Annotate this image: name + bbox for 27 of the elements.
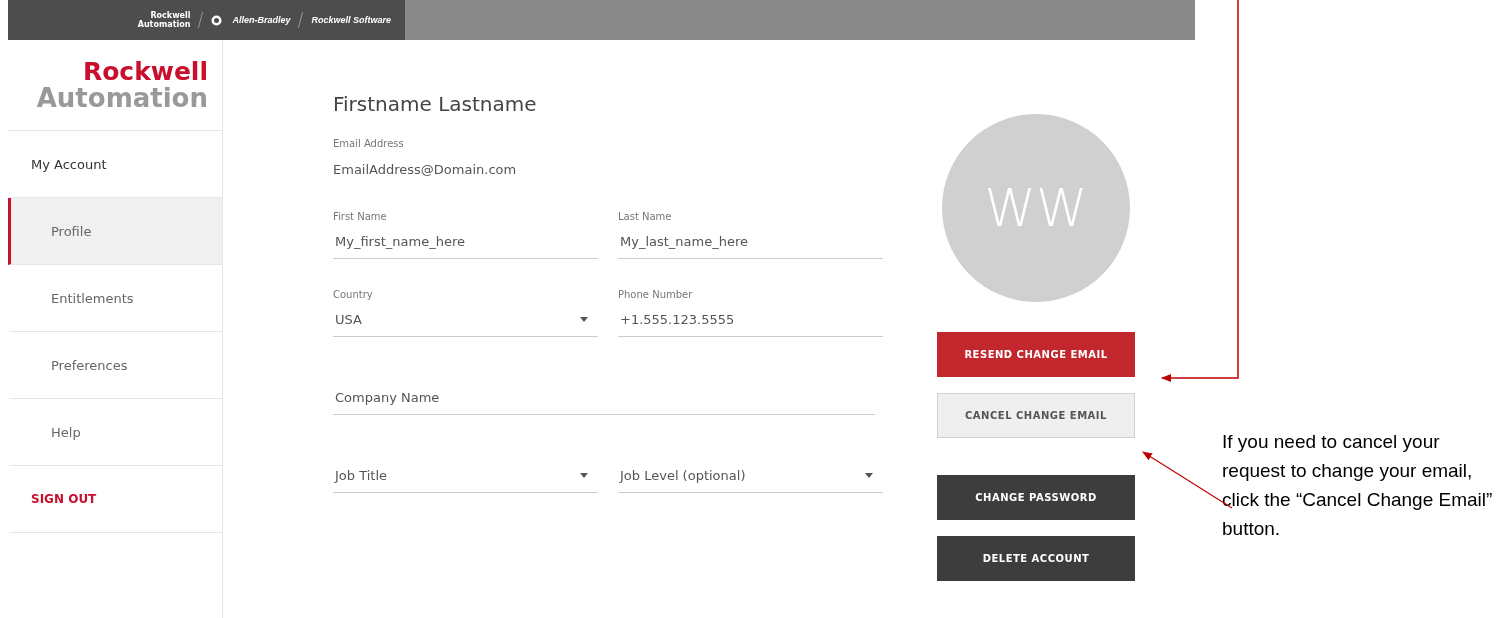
input-field[interactable]: My_first_name_here [333,225,598,259]
input-field[interactable]: Company Name [333,381,875,415]
select-field[interactable]: USA [333,303,598,337]
caret-icon [865,473,873,478]
caret-icon [580,317,588,322]
emblem-icon [211,14,223,26]
field-label: Last Name [618,211,673,224]
action-button[interactable]: DELETE ACCOUNT [937,536,1135,581]
select-field[interactable]: Job Title [333,459,598,493]
field-label: First Name [333,211,388,224]
cancel-button[interactable]: CANCEL CHANGE EMAIL [937,393,1135,438]
field-label: Country [333,289,374,302]
email-value: EmailAddress@Domain.com [333,162,518,177]
caret-icon [580,473,588,478]
resend-button[interactable]: RESEND CHANGE EMAIL [937,332,1135,377]
brand-link[interactable]: Rockwell Software [311,15,391,25]
brand-logo[interactable]: Rockwell Automation [137,11,191,29]
input-field[interactable]: My_last_name_here [618,225,883,259]
profile-name: Firstname Lastname [333,92,538,116]
sidebar-item[interactable]: Profile [8,198,222,265]
brand-link[interactable]: Allen-Bradley [232,15,291,25]
select-field[interactable]: Job Level (optional) [618,459,883,493]
field-label: Phone Number [618,289,694,302]
input-field[interactable]: +1.555.123.5555 [618,303,883,337]
action-button[interactable]: CHANGE PASSWORD [937,475,1135,520]
annotation-text: If you need to cancel your request to change your email, click the “Cancel Change Email” button. [1222,430,1494,541]
field-label: Email Address [333,138,405,151]
